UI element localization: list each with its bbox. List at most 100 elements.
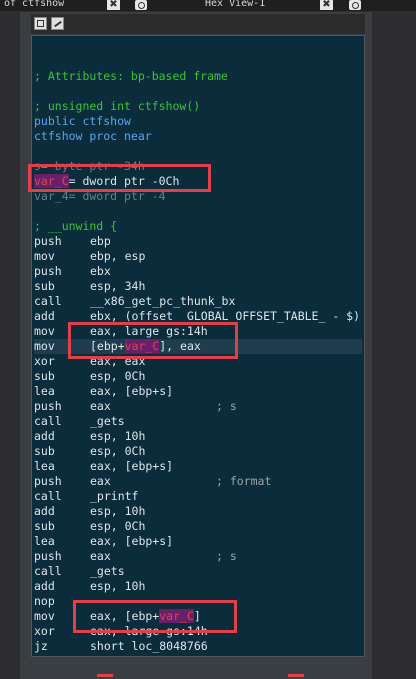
mnemonic: add <box>34 504 55 518</box>
code-line-blank0[interactable] <box>34 39 362 54</box>
code-line-i14[interactable]: add esp, 10h <box>34 429 362 444</box>
code-line-i28[interactable]: jz short loc_8048766 <box>34 639 362 654</box>
camera-icon[interactable] <box>135 0 147 10</box>
code-line-blank3[interactable] <box>34 144 362 159</box>
code-line-blank1[interactable] <box>34 54 362 69</box>
inline-comment: ; s <box>216 399 237 413</box>
operand: ebp, esp <box>90 249 146 263</box>
code-line-unwind[interactable]: ; __unwind { <box>34 219 362 234</box>
operand: eax <box>90 399 111 413</box>
mnemonic: lea <box>34 534 55 548</box>
operand-pre: [ebp+ <box>90 339 125 353</box>
code-line-i6[interactable]: add ebx, (offset _GLOBAL_OFFSET_TABLE_ - … <box>34 309 362 324</box>
mnemonic: push <box>34 474 62 488</box>
code-line-i17[interactable]: push eax ; format <box>34 474 362 489</box>
code-line-blank2[interactable] <box>34 84 362 99</box>
operand: esp, 0Ch <box>90 519 146 533</box>
mnemonic: mov <box>34 609 55 623</box>
highlighted-var[interactable]: var_C <box>159 609 194 623</box>
line-text: public ctfshow <box>34 114 131 128</box>
operand: _printf <box>90 489 139 503</box>
code-line-blank4[interactable] <box>34 204 362 219</box>
mnemonic: sub <box>34 519 55 533</box>
mnemonic: sub <box>34 279 55 293</box>
code-line-i7[interactable]: mov eax, large gs:14h <box>34 324 362 339</box>
code-line-i20[interactable]: sub esp, 0Ch <box>34 519 362 534</box>
code-line-i21[interactable]: lea eax, [ebp+s] <box>34 534 362 549</box>
operand: ebx, (offset _GLOBAL_OFFSET_TABLE_ - $) <box>90 309 361 323</box>
code-line-i25[interactable]: nop <box>34 594 362 609</box>
code-line-i5[interactable]: call __x86_get_pc_thunk_bx <box>34 294 362 309</box>
mnemonic: nop <box>34 594 55 608</box>
close-tab-icon[interactable]: ✖ <box>107 0 120 10</box>
code-line-i9[interactable]: xor eax, eax <box>34 354 362 369</box>
camera-icon-2[interactable] <box>349 0 361 10</box>
code-line-varc[interactable]: var_C= dword ptr -0Ch <box>34 174 362 189</box>
code-line-i18[interactable]: call _printf <box>34 489 362 504</box>
close-hex-tab-icon[interactable]: ✖ <box>320 0 333 10</box>
code-line-i12[interactable]: push eax ; s <box>34 399 362 414</box>
line-text: ; unsigned int ctfshow() <box>34 99 201 113</box>
line-text: ctfshow proc near <box>34 129 152 143</box>
operand-post: ] <box>193 609 201 623</box>
tab-bar: of ctfshow ✖ Hex View-1 ✖ <box>0 0 416 11</box>
disassembly-node: ; Attributes: bp-based frame ; unsigned i… <box>31 35 365 657</box>
mnemonic: add <box>34 309 55 323</box>
code-line-i4[interactable]: sub esp, 34h <box>34 279 362 294</box>
mnemonic: sub <box>34 444 55 458</box>
mnemonic: add <box>34 579 55 593</box>
code-line-sig[interactable]: ; unsigned int ctfshow() <box>34 99 362 114</box>
operand: [ebp+var_C], eax <box>90 339 201 354</box>
code-line-i13[interactable]: call _gets <box>34 414 362 429</box>
mnemonic: push <box>34 399 62 413</box>
line-text: ; __unwind { <box>34 219 118 233</box>
operand: esp, 10h <box>90 579 146 593</box>
operand: short loc_8048766 <box>90 639 208 653</box>
code-line-i16[interactable]: lea eax, [ebp+s] <box>34 459 362 474</box>
mnemonic: call <box>34 564 62 578</box>
mnemonic: call <box>34 294 62 308</box>
annotation-line-left <box>97 674 113 677</box>
line-text: s= byte ptr -34h <box>34 159 145 173</box>
code-line-i10[interactable]: sub esp, 0Ch <box>34 369 362 384</box>
mnemonic: mov <box>34 249 55 263</box>
operand: eax, [ebp+var_C] <box>90 609 201 624</box>
operand: eax, [ebp+s] <box>90 384 174 398</box>
mnemonic: var_C <box>34 174 69 188</box>
mnemonic: call <box>34 414 62 428</box>
operand: eax, large gs:14h <box>90 624 208 638</box>
code-line-i27[interactable]: xor eax, large gs:14h <box>34 624 362 639</box>
code-line-i3[interactable]: push ebx <box>34 264 362 279</box>
code-line-proc[interactable]: ctfshow proc near <box>34 129 362 144</box>
mnemonic: push <box>34 264 62 278</box>
operand: esp, 10h <box>90 504 146 518</box>
code-line-public[interactable]: public ctfshow <box>34 114 362 129</box>
operand: eax, eax <box>90 354 146 368</box>
mnemonic: call <box>34 489 62 503</box>
tab-label-ctfshow[interactable]: of ctfshow <box>4 0 64 9</box>
highlighted-var[interactable]: var_C <box>124 339 160 353</box>
code-line-i8[interactable]: mov [ebp+var_C], eax <box>34 339 362 354</box>
operand: esp, 34h <box>90 279 146 293</box>
code-line-i11[interactable]: lea eax, [ebp+s] <box>34 384 362 399</box>
code-line-i24[interactable]: add esp, 10h <box>34 579 362 594</box>
color-node-icon[interactable] <box>34 17 47 30</box>
operand: eax <box>90 474 111 488</box>
code-line-i26[interactable]: mov eax, [ebp+var_C] <box>34 609 362 624</box>
mnemonic: push <box>34 549 62 563</box>
code-line-i15[interactable]: sub esp, 0Ch <box>34 444 362 459</box>
code-line-i23[interactable]: call _gets <box>34 564 362 579</box>
node-toolbar <box>31 14 365 34</box>
code-line-i2[interactable]: mov ebp, esp <box>34 249 362 264</box>
mnemonic: xor <box>34 624 55 638</box>
code-line-var4[interactable]: var_4= dword ptr -4 <box>34 189 362 204</box>
code-line-attr[interactable]: ; Attributes: bp-based frame <box>34 69 362 84</box>
operand: _gets <box>90 414 125 428</box>
code-line-s_var[interactable]: s= byte ptr -34h <box>34 159 362 174</box>
graph-edit-icon[interactable] <box>51 17 64 30</box>
tab-label-hex-view[interactable]: Hex View-1 <box>205 0 265 9</box>
mnemonic: jz <box>34 639 48 653</box>
code-line-i1[interactable]: push ebp <box>34 234 362 249</box>
code-line-i22[interactable]: push eax ; s <box>34 549 362 564</box>
code-line-i19[interactable]: add esp, 10h <box>34 504 362 519</box>
